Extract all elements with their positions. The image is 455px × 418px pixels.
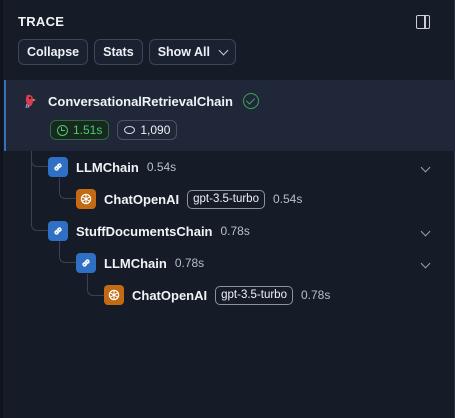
sidebar-panel-icon[interactable] <box>416 15 430 29</box>
openai-icon <box>104 285 124 305</box>
trace-root-run[interactable]: ConversationalRetrievalChain 1.51s 1,090 <box>4 80 455 151</box>
run-row[interactable]: ChatOpenAI gpt-3.5-turbo 0.78s <box>104 282 330 308</box>
run-row[interactable]: LLMChain 0.78s <box>76 250 455 276</box>
trace-header: TRACE <box>18 14 436 34</box>
openai-icon <box>76 189 96 209</box>
model-badge: gpt-3.5-turbo <box>215 285 293 305</box>
run-name: StuffDocumentsChain <box>76 223 213 239</box>
root-run-stats: 1.51s 1,090 <box>50 117 178 143</box>
tree-connector <box>87 274 104 296</box>
chevron-down-icon[interactable] <box>420 162 431 172</box>
tree-connector <box>59 178 76 199</box>
chevron-down-icon[interactable] <box>420 258 431 268</box>
tree-connector <box>31 215 48 231</box>
run-name: ChatOpenAI <box>132 287 208 303</box>
run-name: LLMChain <box>104 255 167 271</box>
tokens-badge: 1,090 <box>117 120 178 140</box>
clock-icon <box>57 124 68 136</box>
trace-panel: TRACE Collapse Stats Show All Conversati… <box>0 0 455 418</box>
run-row[interactable]: StuffDocumentsChain 0.78s <box>48 218 455 244</box>
run-name: LLMChain <box>76 159 139 175</box>
run-duration: 0.78s <box>220 224 250 238</box>
stats-button[interactable]: Stats <box>94 39 143 65</box>
stats-button-label: Stats <box>103 45 134 59</box>
collapse-button[interactable]: Collapse <box>18 39 89 65</box>
root-run-title-row: ConversationalRetrievalChain <box>20 88 259 114</box>
coins-icon <box>124 126 136 134</box>
show-all-label: Show All <box>157 45 211 59</box>
run-duration: 0.78s <box>300 288 331 302</box>
trace-title: TRACE <box>18 14 65 29</box>
show-all-dropdown[interactable]: Show All <box>148 39 237 65</box>
latency-badge: 1.51s <box>50 120 110 140</box>
run-row[interactable]: LLMChain 0.54s <box>48 154 455 180</box>
run-row[interactable]: ChatOpenAI gpt-3.5-turbo 0.54s <box>76 186 302 212</box>
latency-value: 1.51s <box>73 123 103 137</box>
run-name: ChatOpenAI <box>104 191 180 207</box>
chevron-down-icon <box>218 45 229 55</box>
run-duration: 0.54s <box>146 160 177 174</box>
check-circle-icon <box>242 93 259 109</box>
parrot-icon <box>20 91 40 111</box>
chevron-down-icon[interactable] <box>420 226 431 236</box>
trace-toolbar: Collapse Stats Show All <box>18 39 237 65</box>
run-duration: 0.54s <box>272 192 303 206</box>
tokens-value: 1,090 <box>140 123 171 137</box>
chain-link-icon <box>76 253 96 273</box>
collapse-button-label: Collapse <box>27 45 80 59</box>
root-run-name: ConversationalRetrievalChain <box>48 93 233 109</box>
panel-left-edge <box>0 0 3 418</box>
model-badge: gpt-3.5-turbo <box>187 189 265 209</box>
chain-link-icon <box>48 157 68 177</box>
run-duration: 0.78s <box>174 256 205 270</box>
tree-connector <box>31 151 48 167</box>
tree-connector <box>59 241 76 263</box>
chain-link-icon <box>48 221 68 241</box>
